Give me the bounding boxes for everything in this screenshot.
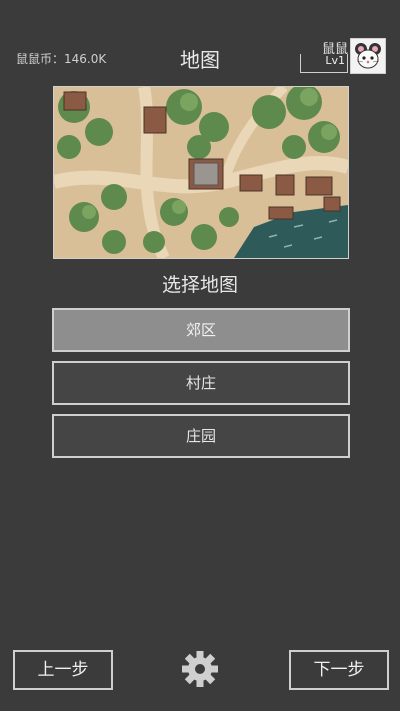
map-option-manor[interactable]: 庄园: [52, 414, 350, 458]
select-map-heading: 选择地图: [161, 274, 238, 296]
gear-icon[interactable]: [180, 649, 220, 689]
next-step-button[interactable]: 下一步: [289, 650, 389, 690]
map-preview-image: [53, 86, 349, 259]
map-option-suburb[interactable]: 郊区: [52, 308, 350, 352]
level-bar: Lv1: [300, 54, 348, 73]
player-level: Lv1: [325, 54, 345, 67]
previous-step-button[interactable]: 上一步: [13, 650, 113, 690]
player-profile[interactable]: 鼠鼠 Lv1: [296, 38, 386, 78]
mouse-avatar-icon[interactable]: [350, 38, 386, 74]
map-option-village[interactable]: 村庄: [52, 361, 350, 405]
